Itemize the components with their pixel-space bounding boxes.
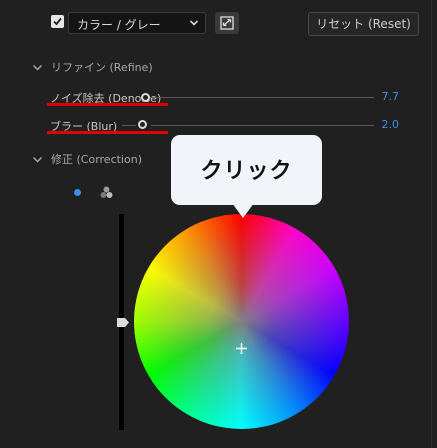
luminance-slider-knob[interactable] (117, 318, 129, 327)
denoise-value[interactable]: 7.7 (359, 90, 400, 103)
blur-highlight (47, 131, 168, 134)
panel-divider (431, 0, 432, 448)
three-wheel-mode-icon[interactable] (100, 186, 113, 199)
color-mode-value: カラー / グレー (77, 18, 161, 32)
color-mode-checkbox[interactable] (51, 15, 64, 28)
denoise-highlight (47, 103, 168, 106)
swap-color-icon (220, 16, 234, 30)
blur-knob[interactable] (138, 120, 147, 129)
callout-text: クリック (200, 159, 293, 184)
reset-button[interactable]: リセット (Reset) (308, 12, 419, 36)
chevron-down-icon (189, 20, 199, 26)
blur-value[interactable]: 2.0 (359, 118, 400, 131)
checkbox-check-icon (53, 17, 62, 26)
blur-track-left[interactable] (122, 125, 136, 126)
refine-section-title[interactable]: リファイン (Refine) (51, 59, 153, 75)
swap-color-button[interactable] (215, 12, 239, 34)
single-wheel-mode-icon[interactable] (74, 189, 81, 196)
section-chevron-icon[interactable] (32, 154, 43, 165)
blur-track-right[interactable] (151, 125, 374, 126)
section-chevron-icon[interactable] (32, 62, 43, 73)
inspector-panel: カラー / グレー リセット (Reset) リファイン (Refine) ノイ… (0, 0, 437, 448)
color-wheel[interactable] (134, 214, 349, 429)
crosshair-icon[interactable] (235, 342, 248, 355)
denoise-track[interactable] (150, 97, 374, 98)
correction-section-title[interactable]: 修正 (Correction) (51, 151, 142, 167)
color-mode-dropdown[interactable]: カラー / グレー (68, 12, 206, 34)
callout-tail (232, 203, 254, 218)
denoise-knob[interactable] (141, 93, 150, 102)
